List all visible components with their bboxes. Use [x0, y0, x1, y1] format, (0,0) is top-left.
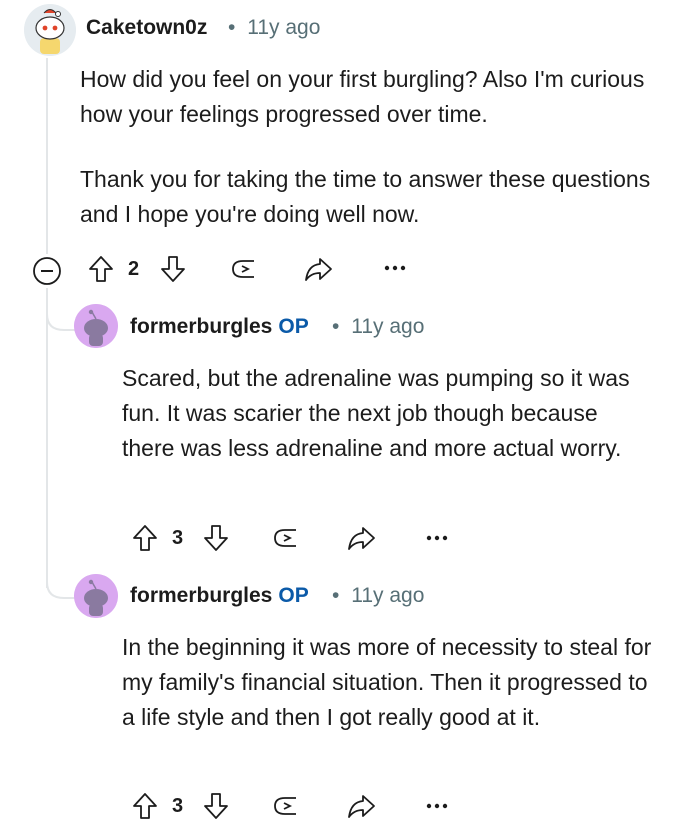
share-arrow-icon [348, 527, 375, 550]
reply-button[interactable] [270, 792, 300, 820]
comment-body: In the beginning it was more of necessit… [122, 630, 662, 735]
ellipsis-icon [426, 535, 448, 541]
upvote-arrow-icon [133, 793, 157, 819]
ellipsis-icon [426, 803, 448, 809]
downvote-button[interactable] [203, 792, 229, 820]
downvote-button[interactable] [203, 524, 229, 552]
reply-icon [274, 529, 296, 547]
comment-meta: • 11y ago [228, 16, 321, 39]
comment-body: Scared, but the adrenaline was pumping s… [122, 361, 652, 466]
avatar[interactable] [74, 304, 118, 348]
thread-line-replies [46, 288, 48, 588]
share-button[interactable] [346, 792, 376, 820]
thread-branch-1 [46, 300, 76, 331]
comment-meta: • 11y ago [332, 584, 425, 607]
more-options-button[interactable] [426, 802, 448, 810]
reply-icon [232, 260, 254, 278]
share-arrow-icon [348, 795, 375, 818]
share-arrow-icon [305, 258, 332, 281]
upvote-arrow-icon [133, 525, 157, 551]
more-options-button[interactable] [426, 534, 448, 542]
avatar[interactable] [24, 4, 76, 56]
comment-time: 11y ago [351, 584, 425, 607]
op-badge: OP [278, 315, 309, 338]
upvote-button[interactable] [88, 255, 114, 283]
comment-paragraph: Thank you for taking the time to answer … [80, 166, 651, 227]
snoo-avatar-icon [74, 304, 118, 348]
downvote-arrow-icon [161, 256, 185, 282]
downvote-button[interactable] [160, 255, 186, 283]
share-button[interactable] [303, 255, 333, 283]
downvote-arrow-icon [204, 793, 228, 819]
comment-username[interactable]: Caketown0z [86, 16, 207, 40]
reply-icon [274, 797, 296, 815]
collapse-icon [33, 257, 61, 285]
thread-line-main [46, 58, 48, 254]
comment-username[interactable]: formerburgles OP [130, 315, 309, 339]
comment-username[interactable]: formerburgles OP [130, 584, 309, 608]
comment-paragraph: In the beginning it was more of necessit… [122, 634, 652, 730]
more-options-button[interactable] [384, 264, 406, 272]
snoo-avatar-icon [24, 4, 76, 56]
vote-count: 3 [172, 527, 184, 549]
ellipsis-icon [384, 265, 406, 271]
vote-count: 2 [128, 258, 140, 280]
upvote-arrow-icon [89, 256, 113, 282]
upvote-button[interactable] [132, 792, 158, 820]
comment-paragraph: Scared, but the adrenaline was pumping s… [122, 365, 630, 461]
comment-paragraph: How did you feel on your first burgling?… [80, 66, 645, 127]
downvote-arrow-icon [204, 525, 228, 551]
collapse-button[interactable] [32, 256, 62, 286]
comment-time: 11y ago [247, 16, 321, 39]
comment-time: 11y ago [351, 315, 425, 338]
avatar[interactable] [74, 574, 118, 618]
snoo-avatar-icon [74, 574, 118, 618]
thread-branch-2 [46, 568, 76, 599]
upvote-button[interactable] [132, 524, 158, 552]
op-badge: OP [278, 584, 309, 607]
share-button[interactable] [346, 524, 376, 552]
reply-button[interactable] [270, 524, 300, 552]
vote-count: 3 [172, 795, 184, 817]
comment-body: How did you feel on your first burgling?… [80, 62, 670, 232]
comment-meta: • 11y ago [332, 315, 425, 338]
reply-button[interactable] [228, 255, 258, 283]
